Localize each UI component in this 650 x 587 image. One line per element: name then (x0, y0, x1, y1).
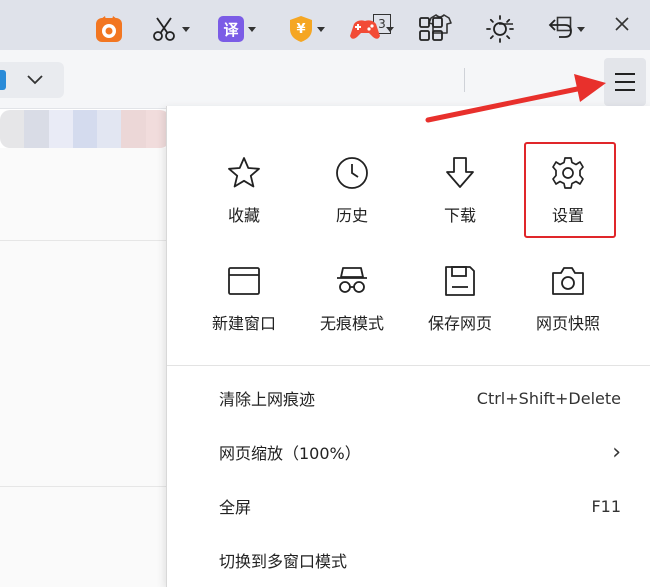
chevron-down-icon[interactable] (26, 73, 44, 87)
main-menu-button[interactable] (604, 58, 646, 106)
menu-row-clear-history[interactable]: 清除上网痕迹 Ctrl+Shift+Delete (167, 372, 650, 424)
menu-item-save-page[interactable]: 保存网页 (410, 258, 510, 348)
coin-tool-button[interactable]: ¥ (282, 12, 332, 46)
grid-apps-icon (419, 17, 443, 41)
scissors-tool-button[interactable] (148, 12, 194, 46)
caret-icon (577, 26, 585, 32)
main-menu-panel: 收藏 历史 下载 设置 新建窗口 无痕模式 保存网页 网页快照 清除上网痕迹 C… (166, 106, 650, 587)
menu-divider (167, 365, 650, 366)
camera-icon (552, 267, 584, 295)
menu-row-shortcut: F11 (591, 496, 621, 516)
submenu-chevron-icon: › (612, 439, 621, 465)
menu-item-favorites[interactable]: 收藏 (194, 150, 294, 240)
close-button[interactable] (604, 8, 640, 40)
translate-tool-button[interactable]: 译 (212, 12, 262, 46)
screenshot-tool-button[interactable] (92, 12, 126, 46)
caret-icon (386, 26, 394, 32)
caret-icon (248, 26, 256, 32)
gamepad-icon (350, 20, 380, 39)
menu-row-label: 切换到多窗口模式 (219, 552, 348, 571)
menu-row-zoom[interactable]: 网页缩放（100%） › (167, 426, 650, 478)
menu-row-shortcut: Ctrl+Shift+Delete (476, 388, 621, 408)
star-icon (228, 157, 260, 188)
menu-item-label: 设置 (551, 206, 584, 225)
menu-item-history[interactable]: 历史 (302, 150, 402, 240)
menu-item-label: 新建窗口 (211, 314, 276, 333)
undo-close-tab-button[interactable] (540, 12, 590, 46)
menu-item-label: 网页快照 (535, 314, 600, 333)
menu-item-snapshot[interactable]: 网页快照 (518, 258, 618, 348)
menu-row-label: 全屏 (219, 498, 252, 517)
game-tool-button[interactable] (344, 12, 398, 46)
menu-row-label: 清除上网痕迹 (219, 390, 316, 409)
hamburger-menu-icon (615, 73, 635, 91)
menu-item-new-window[interactable]: 新建窗口 (194, 258, 294, 348)
new-window-icon (228, 267, 260, 295)
menu-item-downloads[interactable]: 下载 (410, 150, 510, 240)
download-arrow-icon (446, 157, 474, 188)
clock-icon (336, 157, 368, 189)
menu-item-label: 保存网页 (427, 314, 492, 333)
sun-icon (486, 15, 514, 43)
gear-icon (552, 157, 584, 189)
undo-icon (548, 19, 572, 38)
brightness-button[interactable] (482, 12, 518, 46)
menu-item-label: 无痕模式 (319, 314, 384, 333)
translate-icon: 译 (218, 16, 244, 42)
caret-icon (317, 26, 325, 32)
apps-button[interactable] (414, 12, 448, 46)
menu-item-incognito[interactable]: 无痕模式 (302, 258, 402, 348)
menu-item-label: 历史 (335, 206, 368, 225)
blurred-bookmark-strip (0, 110, 170, 148)
incognito-icon (337, 267, 367, 293)
menu-row-fullscreen[interactable]: 全屏 F11 (167, 480, 650, 532)
toolbar (0, 50, 650, 109)
address-bar-end[interactable] (0, 62, 64, 98)
camera-app-icon (96, 16, 122, 42)
divider (0, 240, 166, 241)
menu-item-label: 收藏 (227, 206, 260, 225)
coin-shield-icon: ¥ (289, 15, 313, 43)
caret-icon (182, 26, 190, 32)
divider (0, 486, 166, 487)
menu-row-label: 网页缩放（100%） (219, 444, 361, 463)
menu-item-settings[interactable]: 设置 (518, 150, 618, 240)
toolbar-separator (464, 68, 465, 92)
close-icon (615, 17, 629, 31)
security-indicator (0, 70, 6, 90)
save-icon (445, 266, 475, 296)
menu-row-multi-window[interactable]: 切换到多窗口模式 (167, 534, 650, 586)
page-content-area (0, 148, 166, 587)
scissors-icon (153, 17, 175, 41)
menu-item-label: 下载 (443, 206, 476, 225)
